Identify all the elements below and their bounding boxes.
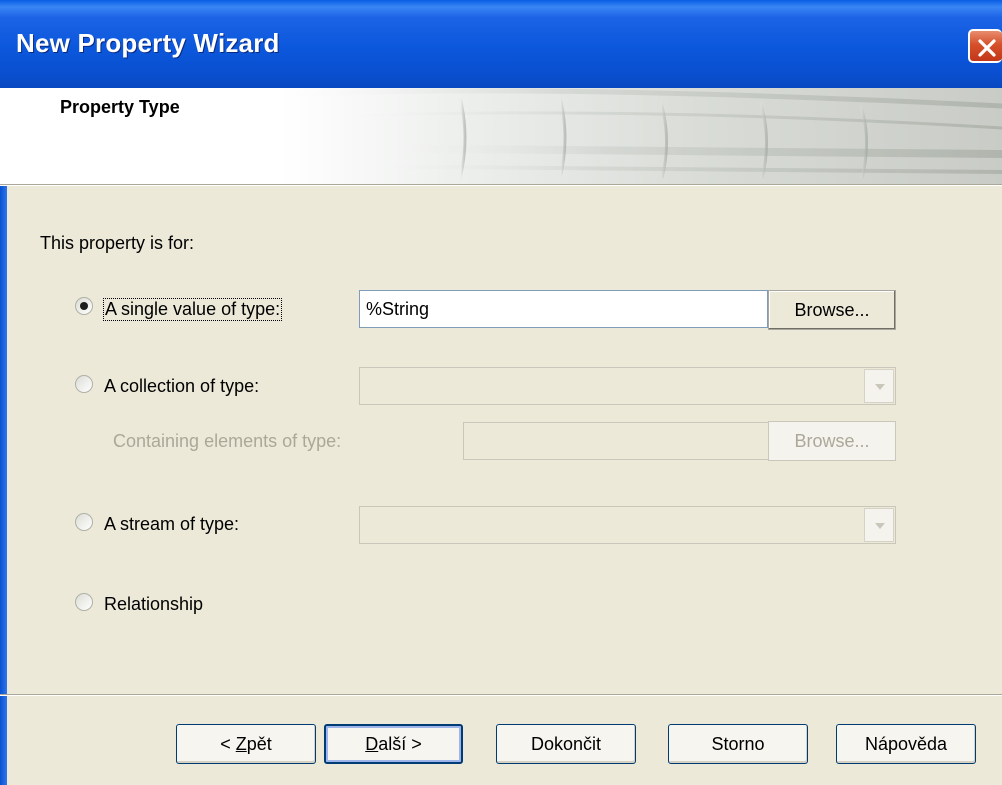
finish-button[interactable]: Dokončit: [496, 724, 636, 764]
page-title: Property Type: [60, 97, 180, 117]
wizard-window: New Property Wizard Property Type This p…: [0, 0, 1002, 785]
stream-type-combo[interactable]: [359, 506, 896, 544]
chevron-down-icon[interactable]: [864, 369, 894, 403]
collection-type-combo[interactable]: [359, 367, 896, 405]
radio-relationship[interactable]: [75, 593, 93, 611]
cancel-button[interactable]: Storno: [668, 724, 808, 764]
next-button-rest: alší >: [378, 734, 422, 754]
header-divider-highlight: [0, 185, 1002, 186]
title-bar[interactable]: New Property Wizard: [0, 0, 1002, 88]
radio-collection[interactable]: [75, 375, 93, 393]
radio-stream-label[interactable]: A stream of type:: [104, 514, 239, 535]
help-button[interactable]: Nápověda: [836, 724, 976, 764]
containing-elements-input[interactable]: [463, 422, 769, 460]
radio-single-value[interactable]: [75, 297, 93, 315]
back-button-prefix: <: [220, 734, 236, 754]
back-button-accel: Z: [235, 734, 247, 754]
wizard-header-banner: Property Type: [0, 88, 1002, 184]
next-button[interactable]: Další >: [324, 724, 463, 764]
next-button-accel: D: [365, 734, 379, 754]
close-icon[interactable]: [968, 29, 1002, 63]
browse-single-button[interactable]: Browse...: [768, 290, 896, 330]
radio-single-value-label[interactable]: A single value of type:: [103, 298, 283, 321]
single-value-type-input[interactable]: %String: [359, 290, 768, 328]
window-frame-left: [0, 88, 7, 785]
browse-containing-button[interactable]: Browse...: [768, 421, 896, 461]
intro-label: This property is for:: [40, 233, 195, 253]
chevron-down-icon[interactable]: [864, 508, 894, 542]
radio-collection-label[interactable]: A collection of type:: [104, 376, 259, 397]
close-glyph-icon: [978, 39, 996, 57]
back-button[interactable]: < Zpět: [176, 724, 316, 764]
window-title: New Property Wizard: [16, 28, 280, 58]
radio-relationship-label[interactable]: Relationship: [104, 594, 203, 615]
back-button-rest: pět: [246, 734, 272, 754]
containing-elements-label: Containing elements of type:: [113, 431, 342, 451]
radio-stream[interactable]: [75, 513, 93, 531]
footer-divider-highlight: [0, 695, 1002, 696]
